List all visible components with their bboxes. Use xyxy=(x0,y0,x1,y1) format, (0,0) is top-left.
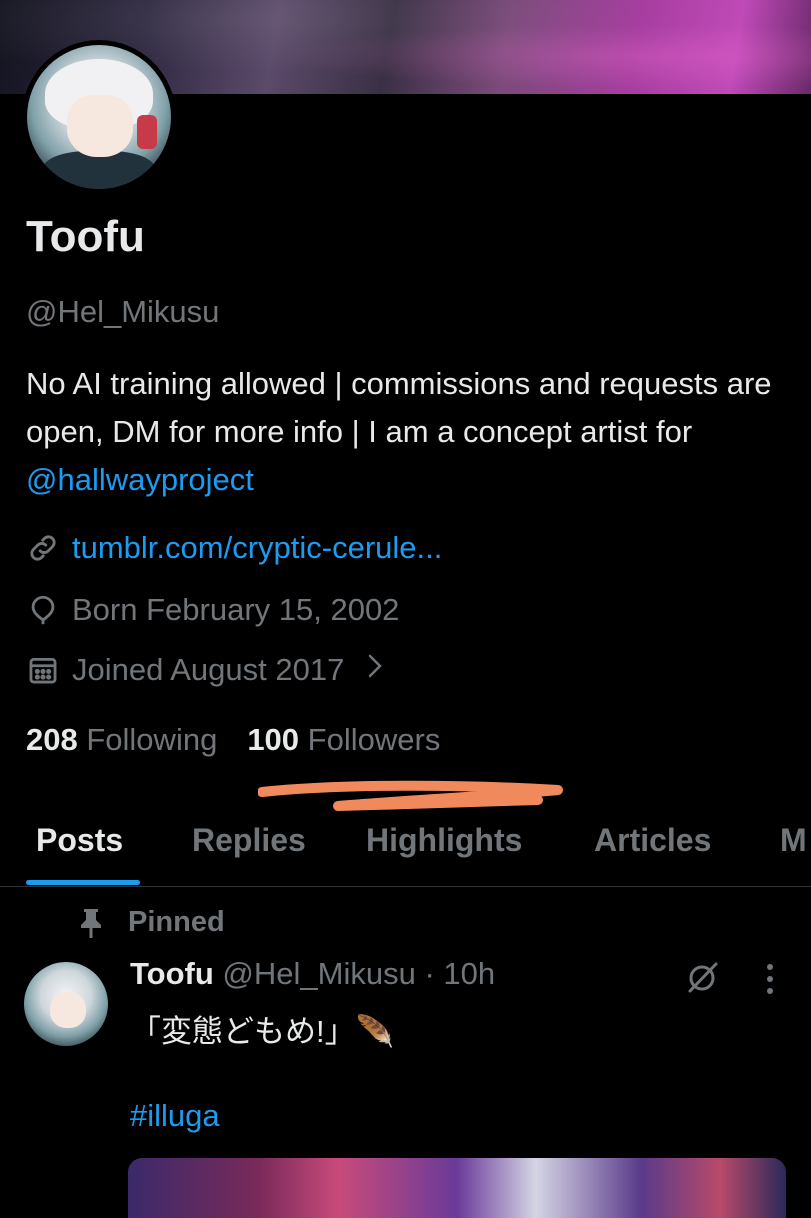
profile-bio: No AI training allowed | commissions and… xyxy=(26,360,786,504)
calendar-icon xyxy=(26,653,60,687)
grok-icon[interactable] xyxy=(682,958,722,998)
tab-replies[interactable]: Replies xyxy=(192,822,306,859)
followers-count: 100 xyxy=(247,722,300,757)
post-author-avatar[interactable] xyxy=(24,962,108,1046)
post-header: Toofu @Hel_Mikusu · 10h xyxy=(130,956,495,992)
profile-handle: @Hel_Mikusu xyxy=(26,294,220,329)
post-author-name[interactable]: Toofu xyxy=(130,956,214,991)
location-icon xyxy=(26,593,60,627)
more-icon[interactable] xyxy=(764,962,776,996)
joined-row[interactable]: Joined August 2017 xyxy=(26,652,384,688)
post-text: 「変態どもめ!」🪶 xyxy=(130,1014,395,1049)
post-media-image[interactable] xyxy=(128,1158,786,1218)
birthday-text: Born February 15, 2002 xyxy=(72,592,400,627)
post-separator: · xyxy=(415,956,444,991)
profile-avatar[interactable] xyxy=(27,45,171,189)
active-tab-indicator xyxy=(26,880,140,885)
followers-label: Followers xyxy=(307,722,441,757)
tabs-divider xyxy=(0,886,811,887)
followers-stat[interactable]: 100 Followers xyxy=(247,722,440,758)
tab-articles[interactable]: Articles xyxy=(594,822,711,859)
tab-posts[interactable]: Posts xyxy=(36,822,123,859)
link-icon xyxy=(26,531,60,565)
following-stat[interactable]: 208 Following xyxy=(26,722,217,758)
post-hashtag[interactable]: #illuga xyxy=(130,1098,220,1134)
post-time[interactable]: 10h xyxy=(443,956,495,991)
website-link[interactable]: tumblr.com/cryptic-cerule... xyxy=(72,530,442,566)
chevron-right-icon[interactable] xyxy=(366,652,384,688)
post-author-handle[interactable]: @Hel_Mikusu xyxy=(222,956,415,991)
tab-media[interactable]: M xyxy=(780,822,807,859)
tab-highlights[interactable]: Highlights xyxy=(366,822,522,859)
website-row: tumblr.com/cryptic-cerule... xyxy=(26,530,442,566)
following-count: 208 xyxy=(26,722,78,757)
pin-icon xyxy=(81,908,101,938)
profile-tabs: Posts Replies Highlights Articles M xyxy=(0,796,811,886)
profile-name: Toofu xyxy=(26,212,145,261)
pinned-indicator: Pinned xyxy=(78,906,225,939)
pinned-label: Pinned xyxy=(128,906,225,938)
joined-text: Joined August 2017 xyxy=(72,652,345,687)
birthday-row: Born February 15, 2002 xyxy=(26,592,399,628)
bio-mention-link[interactable]: @hallwayproject xyxy=(26,462,254,497)
following-label: Following xyxy=(86,722,218,757)
profile-stats: 208 Following 100 Followers xyxy=(26,722,470,758)
bio-text: No AI training allowed | commissions and… xyxy=(26,366,772,449)
